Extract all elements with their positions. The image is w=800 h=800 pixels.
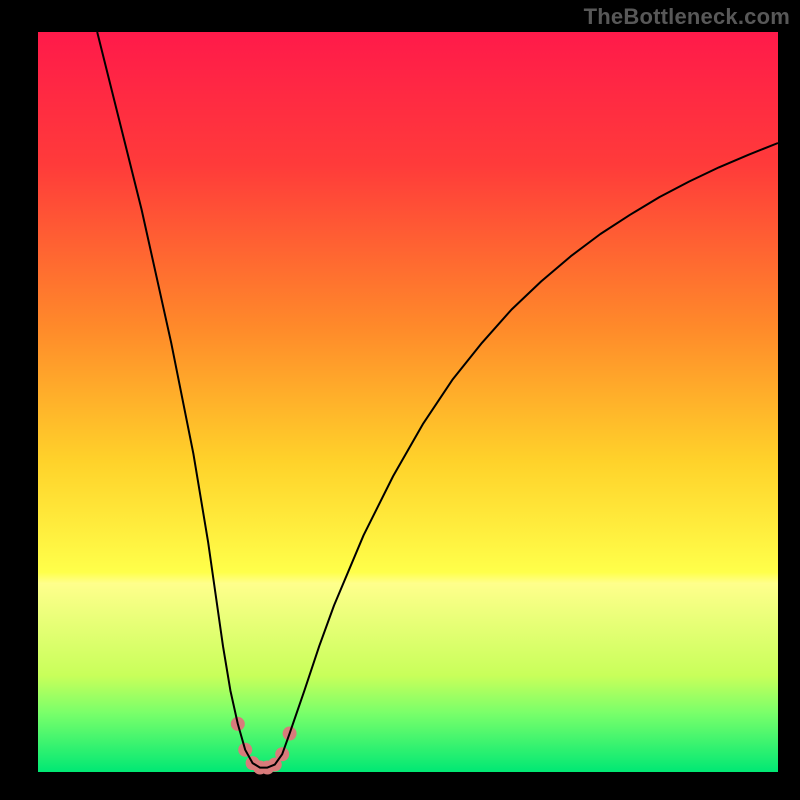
plot-background bbox=[38, 32, 778, 772]
chart-stage: TheBottleneck.com bbox=[0, 0, 800, 800]
bottleneck-chart bbox=[0, 0, 800, 800]
watermark-text: TheBottleneck.com bbox=[584, 4, 790, 30]
